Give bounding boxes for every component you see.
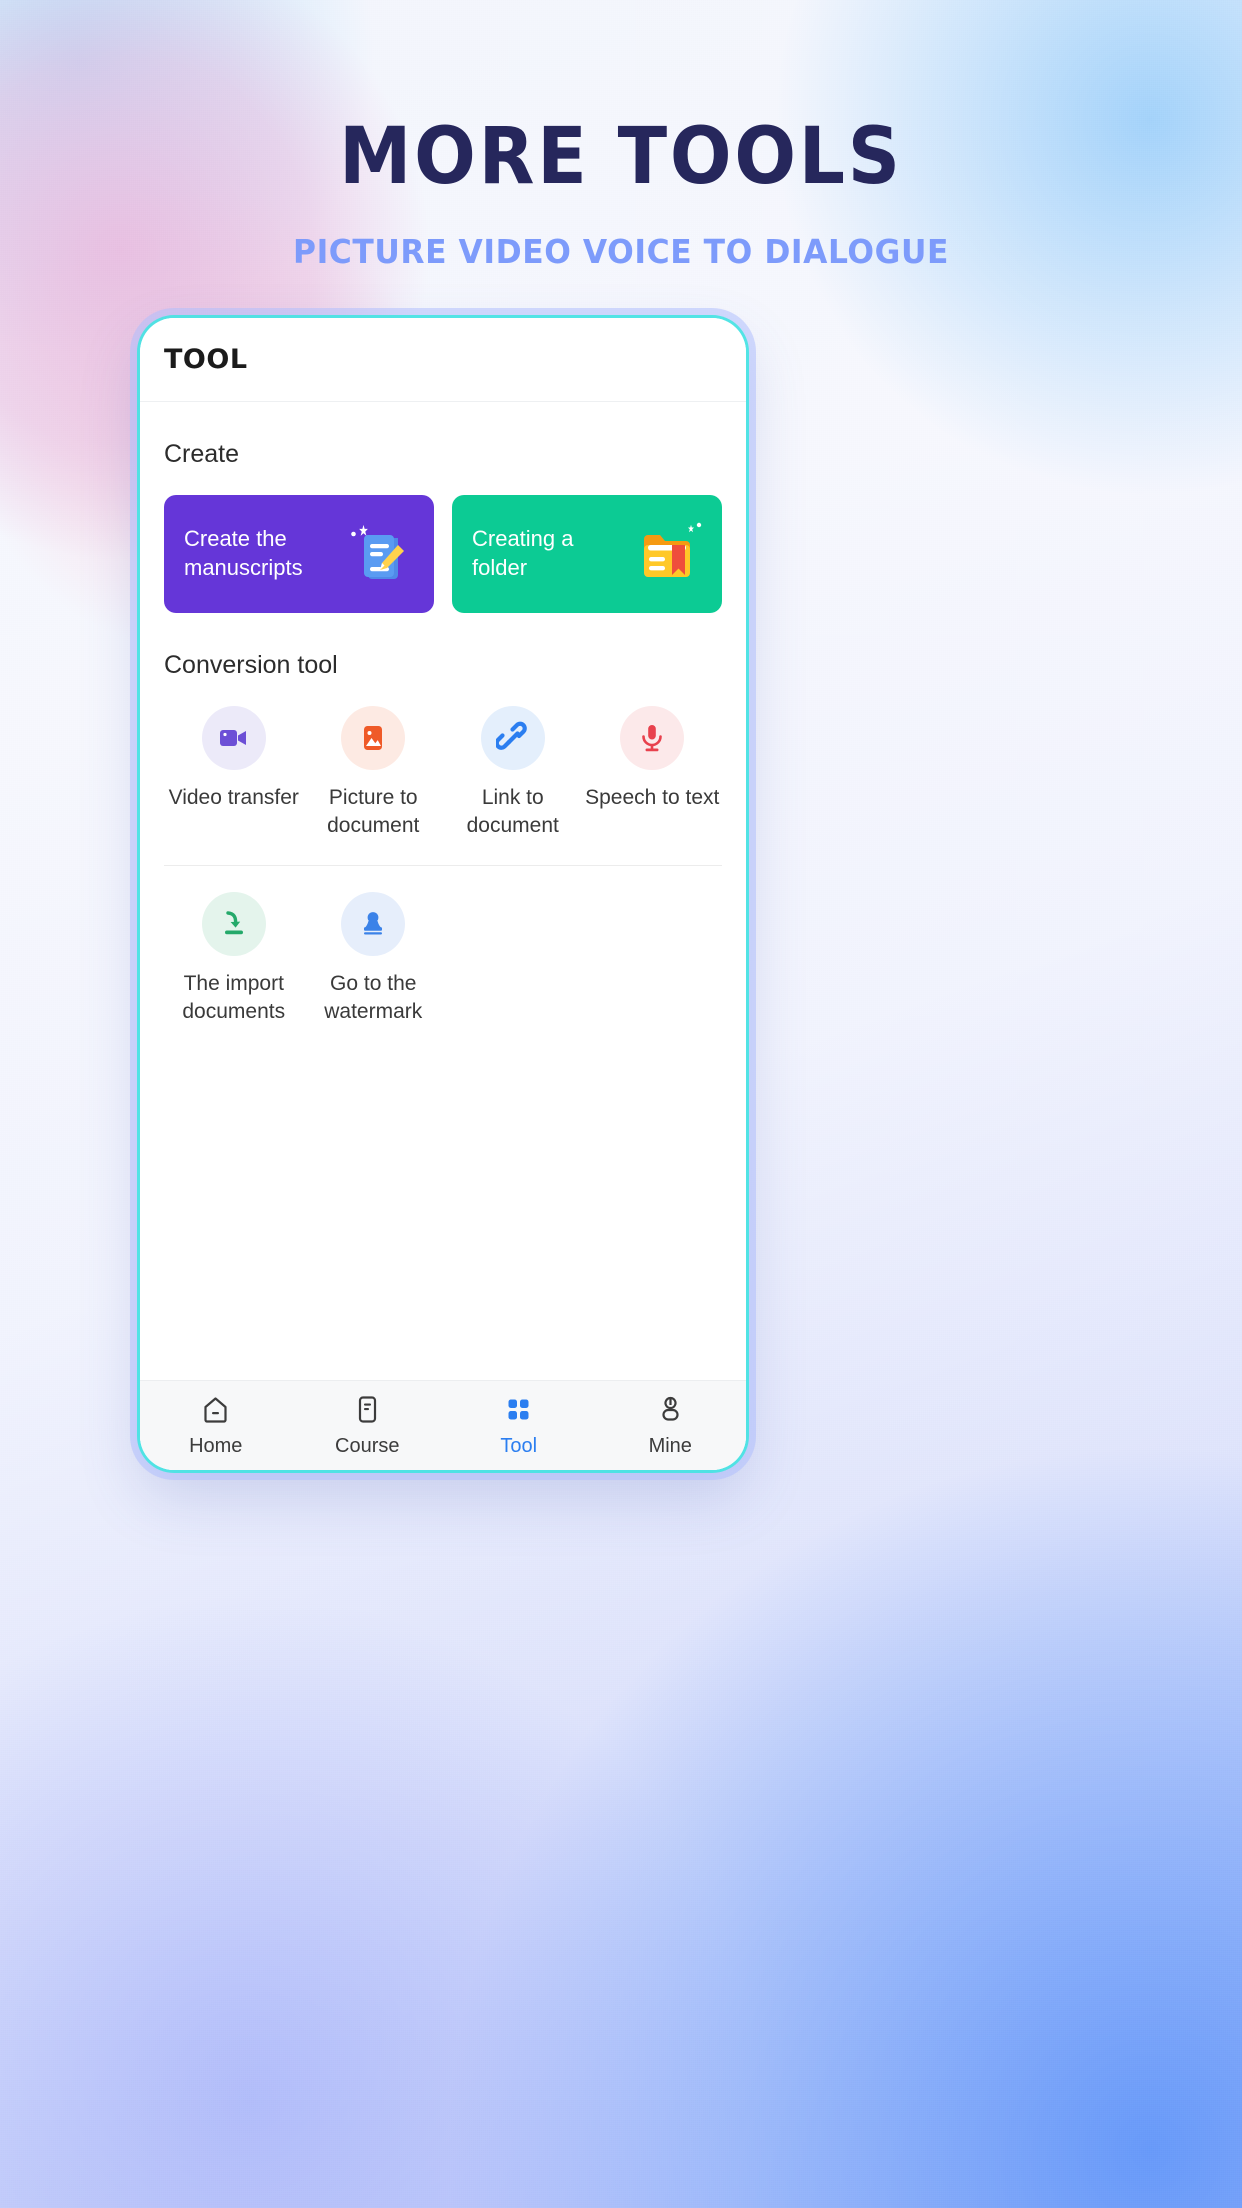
tool-go-to-watermark[interactable]: Go to the watermark [304,892,444,1025]
create-manuscripts-card[interactable]: Create the manuscripts [164,495,434,613]
tool-icon-badge [341,892,406,957]
tab-home[interactable]: Home [140,1393,292,1458]
bottom-tab-bar: Home Course Tool Mine [140,1380,746,1470]
app-content: Create Create the manuscripts Creating a… [140,402,746,1380]
create-section-title: Create [164,440,240,468]
conversion-tools-row-1: Video transfer Picture to document Link … [164,706,722,839]
video-camera-icon [219,730,246,746]
course-icon [358,1396,376,1423]
tool-icon-badge [620,706,685,770]
create-folder-card[interactable]: Creating a folder [452,495,722,613]
tab-course[interactable]: Course [292,1393,444,1458]
tool-icon-badge [341,706,406,770]
tool-icon-badge [201,892,266,957]
promo-subheadline: PICTURE VIDEO VOICE TO DIALOGUE [293,232,949,271]
download-icon [224,911,243,935]
tool-label: Video transfer [168,786,299,809]
tool-import-documents[interactable]: The import documents [164,892,304,1025]
tool-label: Speech to text [585,786,720,809]
tool-label: The import documents [182,972,286,1024]
grid-icon [508,1399,529,1420]
tab-label: Home [189,1435,243,1457]
tab-mine[interactable]: Mine [595,1393,747,1458]
app-header: TOOL [140,318,746,402]
tools-divider [164,865,722,867]
tab-tool[interactable]: Tool [443,1393,595,1458]
folder-bookmark-icon [628,515,706,593]
phone-mockup: TOOL Create Create the manuscripts Creat… [140,318,746,1470]
promo-headline: MORE TOOLS [339,112,903,202]
document-pencil-icon [340,515,418,593]
conversion-tools-row-2: The import documents Go to the watermark [164,892,722,1025]
create-card-label: Creating a folder [472,526,574,580]
home-icon [204,1397,227,1423]
app-screen: TOOL Create Create the manuscripts Creat… [140,318,746,1470]
promo-banner: MORE TOOLS PICTURE VIDEO VOICE TO DIALOG… [0,118,1242,271]
tool-label: Go to the watermark [324,972,423,1024]
tab-label: Course [335,1435,400,1457]
create-cards-row: Create the manuscripts Creating a folder [164,495,722,613]
create-card-label: Create the manuscripts [184,526,303,580]
tool-picture-to-document[interactable]: Picture to document [304,706,444,839]
tool-label: Picture to document [327,786,420,837]
tab-label: Tool [500,1435,538,1457]
tool-cell-empty [583,892,723,1025]
tool-speech-to-text[interactable]: Speech to text [583,706,723,839]
tool-video-transfer[interactable]: Video transfer [164,706,304,839]
tool-label: Link to document [466,786,559,837]
tool-icon-badge [201,706,266,770]
microphone-icon [642,725,663,752]
link-icon [495,721,527,750]
person-icon [662,1396,679,1421]
tool-cell-empty [443,892,583,1025]
image-icon [364,726,383,750]
page-title: TOOL [164,344,248,375]
conversion-section-title: Conversion tool [164,651,338,679]
tool-link-to-document[interactable]: Link to document [443,706,583,839]
stamp-icon [364,912,383,935]
tool-icon-badge [480,706,545,770]
tab-label: Mine [648,1435,692,1457]
